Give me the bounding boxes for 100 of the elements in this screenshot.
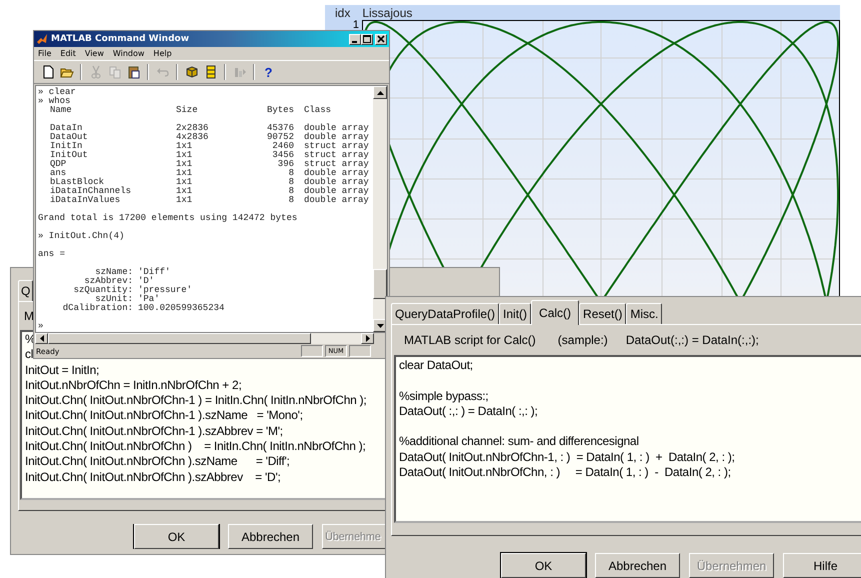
table-cell-text: InitOut: [50, 151, 89, 160]
table-cell-text: 8: [288, 196, 294, 205]
console-line: »: [38, 322, 44, 331]
code-line: %additional channel: sum- and differencesignal: [399, 434, 639, 450]
code-line: %simple bypass:;: [399, 388, 488, 404]
code-line: InitOut.nNbrOfChn = InitIn.nNbrOfChn + 2;: [25, 378, 242, 394]
table-cell-text: 1x1: [176, 151, 194, 160]
script-editor[interactable]: [394, 355, 861, 523]
tab[interactable]: QueryDataProfile(): [391, 303, 500, 324]
tab[interactable]: Init(): [499, 303, 532, 324]
table-cell-text: double array: [303, 196, 370, 205]
table-cell-text: 1x1: [176, 142, 194, 151]
column-header: Bytes: [266, 106, 294, 115]
close-icon: [377, 35, 385, 43]
field-label: szAbbrev:: [84, 277, 133, 286]
console-line: ans =: [38, 250, 66, 259]
bars-icon: [232, 65, 246, 79]
menu-item[interactable]: Window: [112, 49, 144, 58]
dialog-button[interactable]: Hilfe: [783, 553, 861, 578]
clipboard-icon: [126, 65, 140, 79]
scroll-right-button[interactable]: [361, 333, 374, 344]
field-value: 'D': [138, 277, 154, 286]
left-arrow-icon: [40, 335, 44, 342]
scroll-thumb[interactable]: [373, 269, 387, 299]
code-line: InitOut.Chn( InitOut.nNbrOfChn-1 ) = InitIn.Chn( InitIn.nNbrOfChn );: [25, 393, 366, 408]
table-cell-text: 90752: [266, 133, 294, 142]
maximize-icon: [363, 35, 371, 43]
table-cell-text: 396: [276, 160, 294, 169]
table-cell-text: 8: [288, 178, 294, 187]
table-cell-text: ans: [50, 169, 66, 178]
table-cell-text: 1x1: [176, 187, 194, 196]
column-header: Class: [303, 106, 332, 115]
code-line: DataOut( InitOut.nNbrOfChn, : ) = DataIn( 1, : ) - DataIn( 2, : );: [399, 465, 731, 480]
table-cell-text: double array: [303, 169, 370, 178]
table-cell-text: double array: [303, 124, 370, 133]
sample-label: (sample:): [558, 333, 608, 347]
menu-item[interactable]: Edit: [60, 49, 76, 58]
menu-item[interactable]: Help: [153, 49, 172, 58]
field-value: 'pressure': [138, 286, 194, 295]
grid-icon: [204, 65, 218, 79]
table-cell-text: 8: [288, 187, 294, 196]
script-label: M: [24, 309, 34, 323]
logo-icon: [36, 33, 48, 45]
table-cell-text: 1x1: [176, 169, 194, 178]
cube-icon: [184, 65, 198, 79]
console-line: » InitOut.Chn(4): [38, 232, 126, 241]
scissors-icon: [88, 65, 102, 79]
tab[interactable]: Calc(): [531, 300, 580, 325]
tab[interactable]: Misc.: [626, 303, 662, 324]
column-header: idx: [335, 6, 350, 20]
tab[interactable]: Reset(): [579, 303, 626, 324]
scroll-left-button[interactable]: [35, 333, 48, 344]
field-value: 'Pa': [138, 295, 161, 304]
table-cell-text: DataIn: [50, 124, 84, 133]
menu-item[interactable]: View: [84, 49, 104, 58]
column-header: Size: [176, 106, 199, 115]
horizontal-scrollbar[interactable]: [35, 333, 374, 344]
table-cell-text: 1x1: [176, 160, 194, 169]
scroll-thumb[interactable]: [48, 333, 311, 344]
right-arrow-icon: [366, 335, 370, 342]
field-label: dCalibration:: [62, 304, 133, 313]
scroll-up-button[interactable]: [373, 86, 387, 99]
table-cell-text: struct array: [303, 160, 370, 169]
table-cell-text: DataOut: [50, 133, 89, 142]
code-line: DataOut( InitOut.nNbrOfChn-1, : ) = DataIn( 1, : ) + DataIn( 2, : );: [399, 450, 735, 466]
close-button[interactable]: [375, 34, 387, 44]
help-button[interactable]: ?: [260, 64, 277, 80]
dialog-button[interactable]: Abbrechen: [595, 553, 680, 578]
sample-code: DataOut(:,:) = DataIn(:,:);: [626, 333, 759, 347]
table-cell-text: QDP: [50, 160, 68, 169]
vertical-scrollbar[interactable]: [373, 86, 387, 332]
table-cell-text: 4x2836: [176, 133, 210, 142]
table-cell-text: struct array: [303, 151, 370, 160]
minimize-button[interactable]: [349, 34, 361, 44]
console-line: Grand total is 17200 elements using 142472 bytes: [38, 214, 298, 223]
dialog-button[interactable]: OK: [501, 553, 586, 578]
table-cell-text: double array: [303, 133, 370, 142]
table-cell-text: double array: [303, 187, 370, 196]
axis-tick-label: 1: [352, 20, 359, 31]
code-line: InitOut.Chn( InitOut.nNbrOfChn-1 ).szAbbrev = 'M';: [25, 424, 283, 440]
dialog-button[interactable]: Abbrechen: [228, 524, 313, 549]
field-value: 'Diff': [138, 268, 172, 277]
field-label: szName:: [95, 268, 133, 277]
menu-item[interactable]: File: [38, 49, 52, 58]
console-line: » whos: [38, 97, 72, 106]
table-cell-text: struct array: [303, 142, 370, 151]
dialog-button[interactable]: OK: [134, 524, 219, 549]
table-cell-text: iDataInChannels: [50, 187, 132, 196]
table-cell-text: 1x1: [176, 178, 194, 187]
tab[interactable]: Q: [18, 280, 34, 301]
table-cell-text: double array: [303, 178, 370, 187]
code-line: InitOut.Chn( InitOut.nNbrOfChn ) = InitIn.Chn( InitIn.nNbrOfChn );: [25, 439, 366, 454]
code-line: InitOut.Chn( InitOut.nNbrOfChn-1 ).szName = 'Mono';: [25, 408, 303, 424]
copy-icon: [108, 65, 122, 79]
maximize-button[interactable]: [361, 34, 373, 44]
table-cell-text: 8: [288, 169, 294, 178]
field-value: 100.020599365234: [138, 304, 226, 313]
table-cell-text: InitIn: [50, 142, 82, 151]
table-cell-text: iDataInValues: [50, 196, 122, 205]
script-label: MATLAB script for Calc(): [404, 333, 536, 347]
